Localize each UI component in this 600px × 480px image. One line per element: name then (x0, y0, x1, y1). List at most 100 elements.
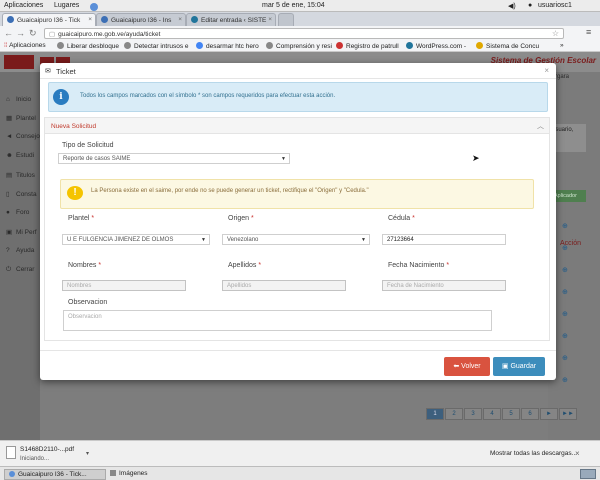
bookmark-item[interactable]: WordPress.com - (406, 42, 466, 50)
bookmarks-overflow-icon[interactable]: » (560, 42, 564, 49)
plantel-select[interactable]: U E FULGENCIA JIMENEZ DE OLMOS ▼ (62, 234, 210, 245)
bookmark-item[interactable]: Registro de patrull (336, 42, 399, 50)
page-6[interactable]: 6 (521, 408, 539, 420)
bookmark-item[interactable]: desarmar htc hero (196, 42, 259, 50)
page-2[interactable]: 2 (445, 408, 463, 420)
close-tab-icon[interactable]: × (178, 16, 182, 23)
taskbar-item-browser[interactable]: Guaicaipuro I36 - Tick... (4, 469, 106, 480)
sidebar-item-mi-perfil[interactable]: ▣ Mi Perf (6, 228, 37, 236)
panel-header[interactable]: Nueva Solicitud ︿ (45, 118, 549, 134)
places-menu[interactable]: Lugares (54, 2, 79, 9)
sidebar-item-ayuda[interactable]: ? Ayuda (6, 247, 34, 254)
envelope-icon: ✉ (45, 68, 51, 75)
mouse-cursor-icon: ➤ (472, 153, 480, 163)
address-bar[interactable]: ▢ guaicaipuro.me.gob.ve/ayuda/ticket ☆ (44, 28, 564, 39)
clock[interactable]: mar 5 de ene, 15:04 (262, 2, 325, 9)
view-icon[interactable]: ⊕ (562, 266, 568, 274)
workspace-switcher[interactable] (580, 469, 596, 479)
tab-editar-entrada[interactable]: Editar entrada ‹ SISTE × (186, 13, 276, 26)
sidebar-item-constancias[interactable]: ▯ Consta (6, 190, 37, 198)
sidebar-item-cerrar[interactable]: ⏻ Cerrar (6, 266, 34, 274)
back-icon[interactable]: ← (4, 28, 13, 38)
close-icon[interactable]: × (575, 449, 580, 458)
page-favicon-icon (7, 16, 14, 23)
site-logo (4, 55, 34, 69)
sidebar-item-plantel[interactable]: ▦ Plantel (6, 114, 36, 122)
page-sidebar: ⌂ Inicio ▦ Plantel ◄ Consejo ☻ Estudi ▤ Titul… (0, 72, 40, 440)
user-icon: ● (528, 2, 533, 9)
close-tab-icon[interactable]: × (268, 16, 272, 23)
view-icon[interactable]: ⊕ (562, 332, 568, 340)
nombres-label: Nombres * (68, 262, 102, 269)
bookmark-aplicaciones[interactable]: ⁞⁞ Aplicaciones (4, 42, 46, 49)
sidebar-item-titulos[interactable]: ▤ Titulos (6, 171, 35, 179)
sidebar-item-inicio[interactable]: ⌂ Inicio (6, 96, 31, 103)
download-item[interactable]: S1468D2110-...pdf Iniciando... ▾ (4, 444, 94, 464)
tipo-solicitud-select[interactable]: Reporte de casos SAIME ▼ (58, 153, 290, 164)
taskbar-item-imagenes[interactable]: Imágenes (106, 469, 186, 480)
panel-title: Nueva Solicitud (51, 123, 97, 130)
view-icon[interactable]: ⊕ (562, 310, 568, 318)
close-tab-icon[interactable]: × (88, 16, 92, 23)
dropdown-arrow-icon: ▼ (361, 237, 366, 243)
bookmark-star-icon[interactable]: ☆ (552, 29, 559, 38)
applications-menu[interactable]: Aplicaciones (4, 2, 43, 9)
power-icon: ⏻ (6, 266, 12, 273)
origen-select[interactable]: Venezolano ▼ (222, 234, 370, 245)
page-5[interactable]: 5 (502, 408, 520, 420)
book-icon: ▤ (6, 172, 13, 179)
page-4[interactable]: 4 (483, 408, 501, 420)
system-taskbar: Guaicaipuro I36 - Tick... Imágenes (0, 466, 600, 480)
next-page-button[interactable]: ► (540, 408, 558, 420)
view-icon[interactable]: ⊕ (562, 354, 568, 362)
tab-ticket[interactable]: Guaicaipuro I36 - Tick × (2, 13, 96, 26)
show-all-downloads-link[interactable]: Mostrar todas las descargas... (490, 450, 577, 457)
chevron-down-icon[interactable]: ▾ (86, 450, 89, 457)
guardar-button[interactable]: ▣ Guardar (493, 357, 545, 376)
dropdown-arrow-icon: ▼ (281, 156, 286, 162)
last-page-button[interactable]: ►► (559, 408, 577, 420)
browser-tab-strip: Guaicaipuro I36 - Tick × Guaicaipuro I36 … (0, 12, 600, 26)
bookmark-item[interactable]: Comprensión y resi (266, 42, 332, 50)
view-icon[interactable]: ⊕ (562, 222, 568, 230)
sidebar-item-estudiantes[interactable]: ☻ Estudi (6, 152, 34, 159)
dropdown-arrow-icon: ▼ (201, 237, 206, 243)
forward-icon[interactable]: → (16, 28, 25, 38)
green-action-button[interactable]: Aplicador (552, 190, 586, 202)
tab-inscripcion[interactable]: Guaicaipuro I36 - Ins × (96, 13, 186, 26)
bookmark-item[interactable]: Sistema de Concu (476, 42, 539, 50)
chevron-up-icon[interactable]: ︿ (537, 121, 544, 131)
fecha-nacimiento-input[interactable]: Fecha de Nacimiento (382, 280, 506, 291)
page-info-icon[interactable]: ▢ (49, 31, 55, 38)
observacion-label: Observacion (68, 299, 108, 306)
volver-button[interactable]: ⬅ Volver (444, 357, 490, 376)
info-alert: i Todos los campos marcados con el símbo… (48, 82, 548, 112)
page-3[interactable]: 3 (464, 408, 482, 420)
download-file-name: S1468D2110-...pdf (20, 446, 75, 453)
wordpress-icon (191, 16, 198, 23)
page-1[interactable]: 1 (426, 408, 444, 420)
browser-menu-icon[interactable]: ≡ (586, 27, 591, 37)
nombres-input[interactable]: Nombres (62, 280, 186, 291)
comments-icon: ● (6, 209, 10, 216)
apellidos-input[interactable]: Apellidos (222, 280, 346, 291)
volume-icon[interactable]: ◀) (508, 2, 516, 10)
reload-icon[interactable]: ↻ (29, 28, 37, 39)
view-icon[interactable]: ⊕ (562, 376, 568, 384)
bookmark-item[interactable]: Detectar intrusos e (124, 42, 189, 50)
building-icon: ▦ (6, 115, 13, 122)
modal-footer: ⬅ Volver ▣ Guardar (40, 350, 556, 380)
sidebar-item-consejo[interactable]: ◄ Consejo (6, 133, 40, 140)
observacion-textarea[interactable]: Observacion (63, 310, 492, 331)
new-tab-button[interactable] (278, 13, 294, 26)
user-menu[interactable]: usuariosc1 (538, 2, 572, 9)
speech-bubble-icon: ! (67, 186, 83, 200)
document-icon: ▯ (6, 191, 10, 198)
close-icon[interactable]: × (544, 66, 549, 75)
cedula-input[interactable]: 27123664 (382, 234, 506, 245)
bookmark-item[interactable]: Liberar desbloque (57, 42, 119, 50)
ticket-modal: ✉ Ticket × i Todos los campos marcados c… (40, 63, 556, 380)
sidebar-item-foro[interactable]: ● Foro (6, 209, 29, 216)
megaphone-icon: ◄ (6, 133, 13, 140)
view-icon[interactable]: ⊕ (562, 288, 568, 296)
